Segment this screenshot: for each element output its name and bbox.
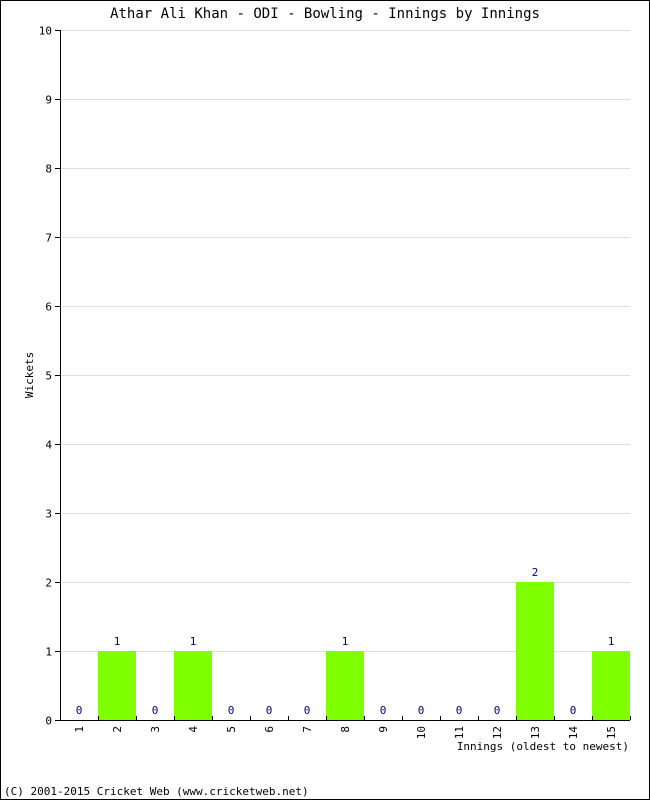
x-tick-label: 13 — [529, 726, 542, 739]
y-tick-label: 8 — [45, 163, 52, 176]
y-tick-label: 5 — [45, 370, 52, 383]
bar-value-label: 1 — [342, 635, 349, 648]
bar-value-label: 0 — [456, 704, 463, 717]
x-tick-label: 12 — [491, 726, 504, 739]
bar-value-label: 0 — [76, 704, 83, 717]
bars: 0 1 0 1 0 0 0 1 0 0 0 0 2 0 1 — [76, 566, 630, 720]
x-tick-label: 1 — [73, 726, 86, 733]
bar-value-label: 1 — [190, 635, 197, 648]
x-tick-label: 5 — [225, 726, 238, 733]
x-tick-label: 3 — [149, 726, 162, 733]
y-tick-label: 1 — [45, 646, 52, 659]
x-tick-label: 6 — [263, 726, 276, 733]
bar-value-label: 0 — [494, 704, 501, 717]
bar — [592, 651, 630, 720]
bar-value-label: 0 — [380, 704, 387, 717]
y-tick-label: 7 — [45, 232, 52, 245]
y-tick-label: 2 — [45, 577, 52, 590]
bar-value-label: 2 — [532, 566, 539, 579]
bar-chart: Athar Ali Khan - ODI - Bowling - Innings… — [4, 6, 631, 798]
x-tick-label: 9 — [377, 726, 390, 733]
bar-value-label: 0 — [418, 704, 425, 717]
x-tick-label: 2 — [111, 726, 124, 733]
bar-value-label: 0 — [228, 704, 235, 717]
bar-value-label: 0 — [570, 704, 577, 717]
x-tick-label: 11 — [453, 726, 466, 739]
bar — [98, 651, 136, 720]
copyright-footer: (C) 2001-2015 Cricket Web (www.cricketwe… — [4, 785, 309, 798]
gridlines — [60, 30, 630, 652]
y-tick-label: 6 — [45, 301, 52, 314]
bar-value-label: 0 — [304, 704, 311, 717]
bar-value-label: 1 — [608, 635, 615, 648]
y-tick-label: 10 — [39, 25, 52, 38]
bar — [174, 651, 212, 720]
x-tick-label: 8 — [339, 726, 352, 733]
bar-value-label: 0 — [152, 704, 159, 717]
bar — [516, 582, 554, 720]
bar-value-label: 0 — [266, 704, 273, 717]
y-tick-label: 4 — [45, 439, 52, 452]
x-tick-label: 7 — [301, 726, 314, 733]
x-tick-label: 14 — [567, 726, 580, 740]
chart-title: Athar Ali Khan - ODI - Bowling - Innings… — [110, 6, 540, 22]
y-tick-label: 3 — [45, 508, 52, 521]
y-axis: 0 1 2 3 4 5 6 7 8 9 10 — [39, 25, 61, 728]
y-tick-label: 9 — [45, 94, 52, 107]
x-tick-label: 15 — [605, 726, 618, 739]
bar-value-label: 1 — [114, 635, 121, 648]
x-tick-label: 4 — [187, 726, 200, 733]
y-axis-label: Wickets — [23, 352, 36, 398]
y-tick-label: 0 — [45, 715, 52, 728]
x-axis-label: Innings (oldest to newest) — [457, 740, 629, 753]
x-tick-label: 10 — [415, 726, 428, 739]
bar — [326, 651, 364, 720]
